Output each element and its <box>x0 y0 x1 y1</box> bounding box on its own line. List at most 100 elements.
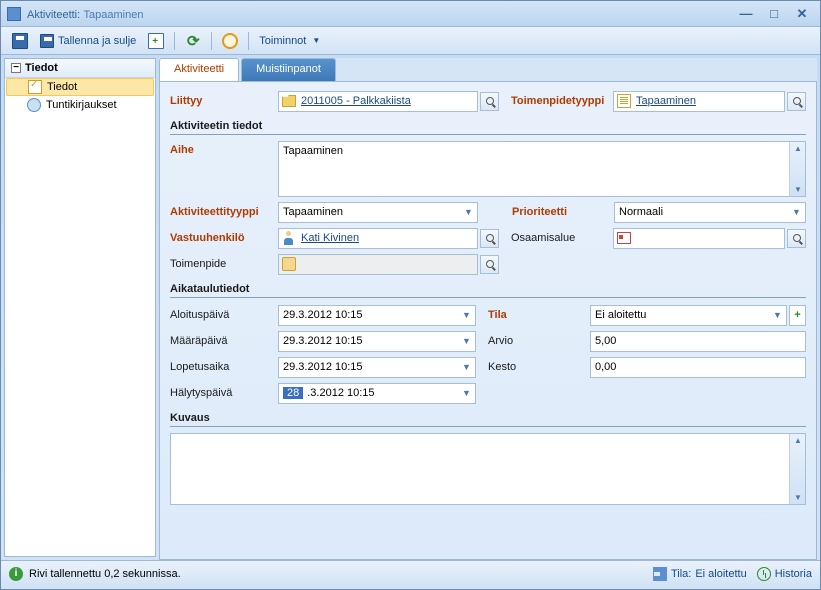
tila-add-button[interactable]: + <box>789 305 806 326</box>
toimenpide-lookup-button[interactable] <box>480 255 499 274</box>
actions-label: Toiminnot <box>259 35 306 47</box>
sidebar-item-label: Tuntikirjaukset <box>46 99 117 111</box>
toimenpidetyyppi-field[interactable]: Tapaaminen <box>613 91 785 112</box>
minimize-button[interactable]: — <box>734 6 758 22</box>
label-osaamisalue: Osaamisalue <box>507 232 613 244</box>
save-close-button[interactable]: Tallenna ja sulje <box>35 31 141 51</box>
actions-menu[interactable]: Toiminnot ▼ <box>254 32 325 50</box>
toimenpidetyyppi-lookup-button[interactable] <box>787 92 806 111</box>
liittyy-lookup-button[interactable] <box>480 92 499 111</box>
titlebar: Aktiviteetti: Tapaaminen — □ ✕ <box>1 1 820 27</box>
halytyspaiva-field[interactable]: 28.3.2012 10:15 ▼ <box>278 383 476 404</box>
toolbar: Tallenna ja sulje ⟳ Toiminnot ▼ <box>1 27 820 55</box>
liittyy-field[interactable]: 2011005 - Palkkakiista <box>278 91 478 112</box>
chevron-down-icon[interactable]: ▼ <box>458 306 475 325</box>
section-schedule: Aikataulutiedot <box>170 279 806 298</box>
label-arvio: Arvio <box>484 335 590 347</box>
search-icon <box>486 97 494 105</box>
history-icon <box>757 567 771 581</box>
chevron-down-icon[interactable]: ▼ <box>788 203 805 222</box>
document-icon <box>616 93 632 109</box>
label-prioriteetti: Prioriteetti <box>508 206 614 218</box>
save-button[interactable] <box>7 30 33 52</box>
label-aihe: Aihe <box>170 141 278 156</box>
maarapaiva-value: 29.3.2012 10:15 <box>279 335 458 347</box>
timer-button[interactable] <box>217 30 243 52</box>
label-tila: Tila <box>484 309 590 321</box>
label-halytyspaiva: Hälytyspäivä <box>170 387 278 399</box>
chevron-down-icon[interactable]: ▼ <box>769 306 786 325</box>
separator <box>174 32 175 50</box>
sidebar-item-tuntikirjaukset[interactable]: Tuntikirjaukset <box>5 96 155 114</box>
aihe-textarea[interactable]: Tapaaminen <box>278 141 806 197</box>
save-icon <box>40 34 54 48</box>
chevron-down-icon[interactable]: ▼ <box>458 332 475 351</box>
save-new-button[interactable] <box>143 30 169 52</box>
label-kesto: Kesto <box>484 361 590 373</box>
sidebar-item-tiedot[interactable]: Tiedot <box>6 78 154 96</box>
form: Liittyy 2011005 - Palkkakiista Toimenpid… <box>159 82 817 560</box>
aloituspaiva-field[interactable]: 29.3.2012 10:15 ▼ <box>278 305 476 326</box>
tab-aktiviteetti[interactable]: Aktiviteetti <box>159 58 239 81</box>
title-prefix: Aktiviteetti: <box>27 9 80 21</box>
tabbar: Aktiviteetti Muistiinpanot <box>159 58 817 82</box>
close-button[interactable]: ✕ <box>790 6 814 22</box>
aktiviteettityyppi-dropdown[interactable]: Tapaaminen ▼ <box>278 202 478 223</box>
osaamisalue-field[interactable] <box>613 228 785 249</box>
arvio-field[interactable] <box>590 331 806 352</box>
label-toimenpide: Toimenpide <box>170 258 278 270</box>
window: Aktiviteetti: Tapaaminen — □ ✕ Tallenna … <box>0 0 821 590</box>
osaamisalue-lookup-button[interactable] <box>787 229 806 248</box>
arvio-input[interactable] <box>591 332 805 351</box>
lopetusaika-field[interactable]: 29.3.2012 10:15 ▼ <box>278 357 476 378</box>
chevron-down-icon[interactable]: ▼ <box>460 203 477 222</box>
aihe-value: Tapaaminen <box>279 142 805 160</box>
status-saved-text: Rivi tallennettu 0,2 sekunnissa. <box>29 568 181 580</box>
sidebar-item-label: Tiedot <box>47 81 77 93</box>
sidebar: − Tiedot Tiedot Tuntikirjaukset <box>4 58 156 557</box>
toimenpide-input <box>299 255 477 274</box>
toimenpidetyyppi-link[interactable]: Tapaaminen <box>634 95 784 107</box>
vastuuhenkilo-field[interactable]: Kati Kivinen <box>278 228 478 249</box>
vastuuhenkilo-link[interactable]: Kati Kivinen <box>299 232 477 244</box>
scrollbar[interactable] <box>789 434 805 504</box>
chevron-down-icon[interactable]: ▼ <box>458 384 475 403</box>
kesto-input[interactable] <box>591 358 805 377</box>
person-icon <box>281 230 297 246</box>
scrollbar[interactable] <box>789 142 805 196</box>
vastuuhenkilo-lookup-button[interactable] <box>480 229 499 248</box>
tila-dropdown[interactable]: Ei aloitettu ▼ <box>590 305 787 326</box>
refresh-button[interactable]: ⟳ <box>180 30 206 52</box>
kesto-field[interactable] <box>590 357 806 378</box>
window-title: Aktiviteetti: Tapaaminen <box>27 7 734 21</box>
search-icon <box>793 234 801 242</box>
maarapaiva-field[interactable]: 29.3.2012 10:15 ▼ <box>278 331 476 352</box>
halytyspaiva-value-selected: 28 <box>283 387 303 399</box>
chevron-down-icon[interactable]: ▼ <box>458 358 475 377</box>
section-details: Aktiviteetin tiedot <box>170 116 806 135</box>
lopetusaika-value: 29.3.2012 10:15 <box>279 361 458 373</box>
label-aktiviteettityyppi: Aktiviteettityyppi <box>170 206 278 218</box>
status-tila[interactable]: Tila: Ei aloitettu <box>653 567 747 581</box>
label-maarapaiva: Määräpäivä <box>170 335 278 347</box>
app-icon <box>7 7 21 21</box>
label-toimenpidetyyppi: Toimenpidetyyppi <box>507 95 613 107</box>
kuvaus-textarea[interactable] <box>170 433 806 505</box>
tab-muistiinpanot[interactable]: Muistiinpanot <box>241 58 336 81</box>
maximize-button[interactable]: □ <box>762 6 786 22</box>
collapse-icon[interactable]: − <box>11 63 21 73</box>
prioriteetti-dropdown[interactable]: Normaali ▼ <box>614 202 806 223</box>
osaamisalue-input[interactable] <box>634 229 784 248</box>
folder-icon <box>281 93 297 109</box>
liittyy-link[interactable]: 2011005 - Palkkakiista <box>299 95 477 107</box>
content: Aktiviteetti Muistiinpanot Liittyy 20110… <box>159 58 817 557</box>
status-historia[interactable]: Historia <box>757 567 812 581</box>
toimenpide-field <box>278 254 478 275</box>
sidebar-header-label: Tiedot <box>25 62 58 74</box>
status-historia-label: Historia <box>775 568 812 580</box>
chevron-down-icon: ▼ <box>312 36 320 45</box>
sidebar-header[interactable]: − Tiedot <box>5 59 155 78</box>
halytyspaiva-value: 28.3.2012 10:15 <box>279 387 458 399</box>
search-icon <box>486 234 494 242</box>
aktiviteettityyppi-value: Tapaaminen <box>279 206 460 218</box>
